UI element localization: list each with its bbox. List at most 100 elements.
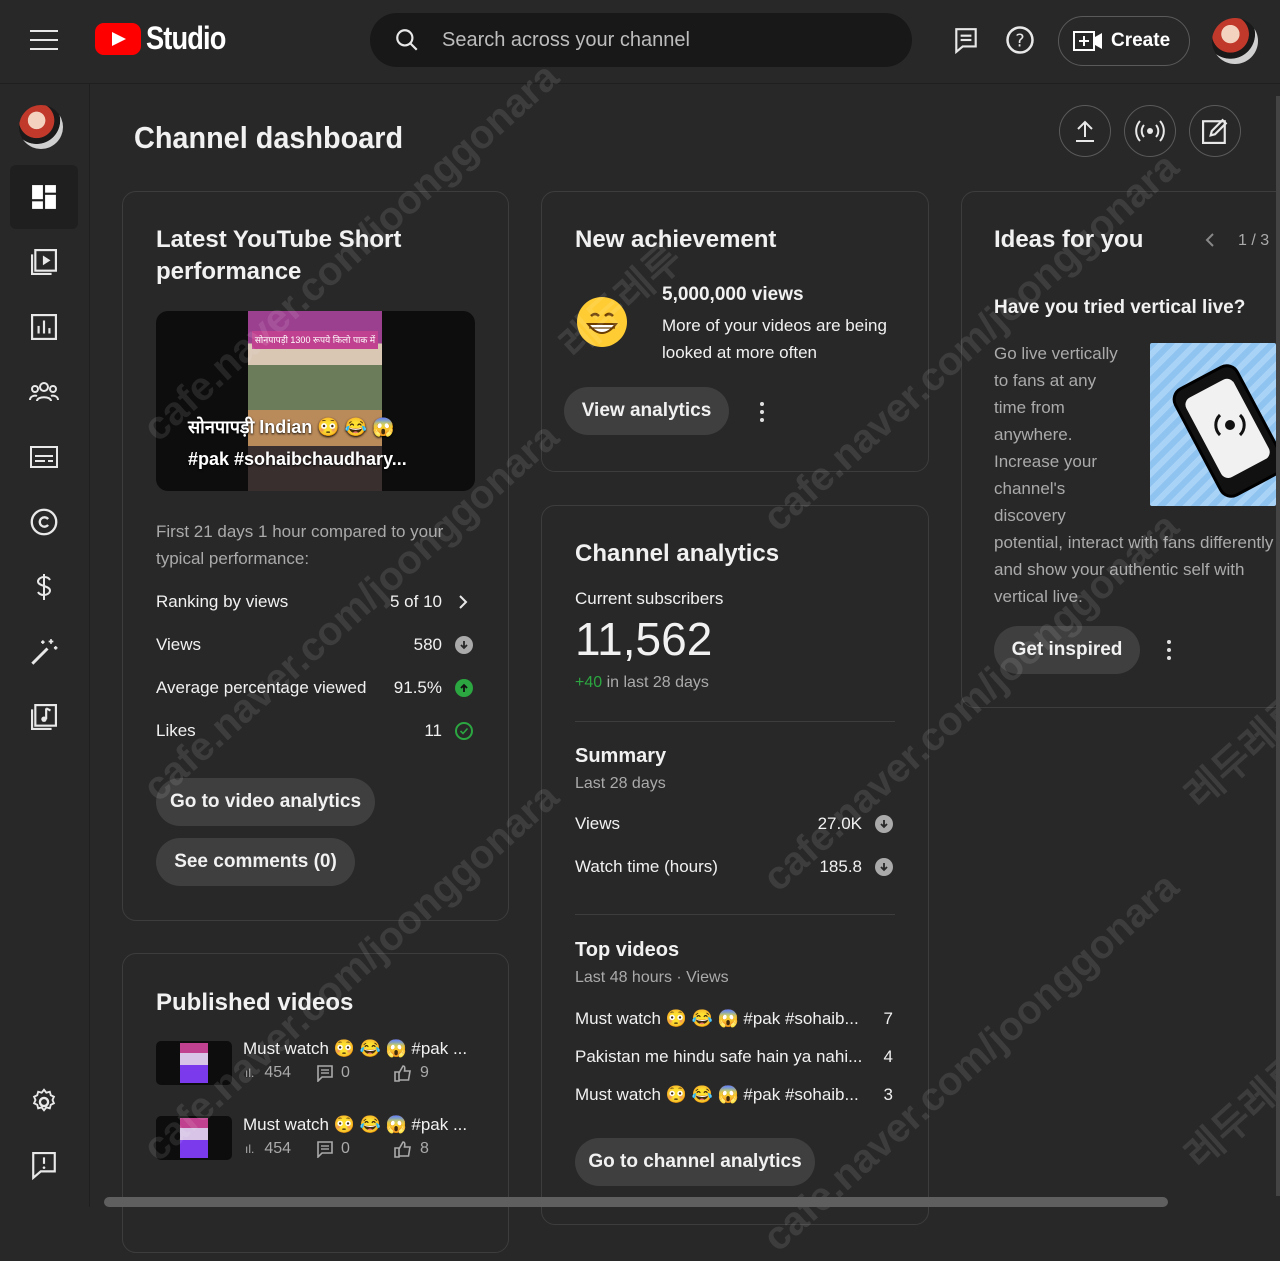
comments-count: 0 (341, 1140, 350, 1157)
feedback-comment-icon[interactable] (950, 24, 982, 56)
sidebar-item-send-feedback[interactable] (10, 1134, 78, 1198)
top-video-title: Must watch 😳 😂 😱 #pak #sohaib... (575, 1009, 859, 1028)
top-video-row[interactable]: Pakistan me hindu safe hain ya nahi... 4 (575, 1045, 895, 1069)
subscribers-delta: +40 (575, 674, 603, 691)
divider (575, 914, 895, 915)
channel-avatar[interactable] (19, 105, 63, 149)
views-count: 454 (264, 1064, 292, 1081)
thumbnail-band-text: सोनपापड़ी 1300 रूपये किलो पाक में (252, 331, 378, 349)
arrow-down-icon (875, 858, 893, 876)
more-options-icon[interactable] (760, 402, 764, 426)
views-bar-icon: ıl. (245, 1142, 255, 1156)
subtitles-icon (30, 446, 58, 468)
dashboard-icon (32, 185, 56, 209)
top-video-views: 7 (883, 1009, 893, 1028)
thumbnail-title-line1: सोनपापड़ी Indian 😳 😂 😱 (188, 417, 395, 437)
comment-icon (317, 1140, 333, 1158)
comment-icon (317, 1064, 333, 1082)
upload-icon (1076, 120, 1094, 142)
analytics-icon (31, 314, 57, 340)
idea-headline: Have you tried vertical live? (994, 297, 1246, 318)
short-thumbnail[interactable]: सोनपापड़ी 1300 रूपये किलो पाक में सोनपाप… (156, 311, 475, 491)
search-input[interactable] (442, 28, 862, 52)
see-comments-button[interactable]: See comments (0) (156, 838, 355, 886)
get-inspired-button[interactable]: Get inspired (994, 626, 1140, 674)
top-video-row[interactable]: Must watch 😳 😂 😱 #pak #sohaib... 7 (575, 1007, 895, 1031)
studio-logo[interactable]: Studio (95, 20, 240, 57)
sidebar-item-analytics[interactable] (10, 295, 78, 359)
dollar-icon (36, 574, 52, 600)
card-title-latest-short: Latest YouTube Short performance (156, 226, 402, 285)
upload-button[interactable] (1059, 105, 1111, 157)
stat-value: 27.0K (817, 814, 862, 833)
create-button[interactable]: Create (1058, 16, 1190, 66)
views-count: 454 (264, 1140, 292, 1157)
achievement-description: More of your videos are being looked at … (662, 316, 887, 362)
achievement-milestone: 5,000,000 views (662, 284, 804, 305)
menu-icon[interactable] (30, 30, 58, 50)
horizontal-scrollbar[interactable] (104, 1197, 1168, 1207)
stat-row-avg-viewed: Average percentage viewed 91.5% (156, 676, 476, 700)
arrow-up-icon (455, 679, 473, 697)
sidebar-item-earn[interactable] (10, 555, 78, 619)
top-video-row[interactable]: Must watch 😳 😂 😱 #pak #sohaib... 3 (575, 1083, 895, 1107)
svg-text:?: ? (1015, 31, 1024, 51)
audio-library-icon (31, 704, 57, 730)
top-videos-period: Last 48 hours · Views (575, 969, 729, 986)
content-icon (31, 249, 57, 275)
create-label: Create (1111, 30, 1171, 51)
more-options-icon[interactable] (1167, 640, 1171, 664)
create-post-button[interactable] (1189, 105, 1241, 157)
idea-body-line: discovery (994, 506, 1066, 525)
thumbs-up-icon (394, 1064, 411, 1082)
video-title[interactable]: Must watch 😳 😂 😱 #pak ... (243, 1039, 467, 1059)
stat-row-ranking[interactable]: Ranking by views 5 of 10 (156, 590, 476, 614)
video-thumbnail[interactable] (156, 1116, 232, 1160)
subscribers-delta-row: +40 in last 28 days (575, 674, 709, 692)
sidebar-item-customization[interactable] (10, 620, 78, 684)
stat-label: Likes (156, 721, 196, 740)
summary-period: Last 28 days (575, 775, 666, 792)
summary-row-views: Views 27.0K (575, 812, 895, 836)
stat-label: Views (156, 635, 202, 654)
community-icon (29, 382, 59, 402)
idea-body-line: potential, interact with fans differentl… (994, 533, 1274, 552)
search-bar[interactable] (370, 13, 912, 67)
sidebar-item-copyright[interactable] (10, 490, 78, 554)
top-video-title: Must watch 😳 😂 😱 #pak #sohaib... (575, 1085, 859, 1104)
stat-value: 91.5% (393, 678, 442, 697)
subscribers-delta-suffix: in last 28 days (606, 674, 709, 691)
vertical-live-illustration (1150, 343, 1280, 506)
card-title-published: Published videos (156, 989, 354, 1016)
sidebar-item-community[interactable] (10, 360, 78, 424)
edit-icon (1202, 118, 1228, 144)
chevron-left-icon[interactable] (1205, 232, 1215, 248)
likes-count: 8 (419, 1140, 429, 1157)
vertical-scrollbar[interactable] (1276, 96, 1280, 1196)
sidebar-item-content[interactable] (10, 230, 78, 294)
help-icon[interactable]: ? (1004, 24, 1036, 56)
sidebar-item-settings[interactable] (10, 1070, 78, 1134)
go-to-channel-analytics-button[interactable]: Go to channel analytics (575, 1138, 815, 1186)
view-analytics-button[interactable]: View analytics (564, 387, 729, 435)
likes-count: 9 (419, 1064, 429, 1081)
video-title[interactable]: Must watch 😳 😂 😱 #pak ... (243, 1115, 467, 1135)
card-title-achievement: New achievement (575, 226, 777, 253)
subscribers-label: Current subscribers (575, 589, 724, 608)
arrow-down-icon (875, 815, 893, 833)
sidebar-item-dashboard[interactable] (10, 165, 78, 229)
top-videos-title: Top videos (575, 939, 680, 961)
go-live-button[interactable] (1124, 105, 1176, 157)
summary-row-watch-time: Watch time (hours) 185.8 (575, 855, 895, 879)
stat-label: Average percentage viewed (156, 678, 367, 697)
go-to-video-analytics-button[interactable]: Go to video analytics (156, 778, 375, 826)
video-stats: ıl. 454 0 8 (245, 1140, 429, 1158)
grinning-face-icon (577, 297, 627, 347)
thumbnail-title-line2: #pak #sohaibchaudhary... (188, 449, 407, 469)
sidebar-item-subtitles[interactable] (10, 425, 78, 489)
video-thumbnail[interactable] (156, 1041, 232, 1085)
account-avatar[interactable] (1212, 18, 1258, 64)
page-title: Channel dashboard (134, 120, 404, 155)
sidebar-item-audio-library[interactable] (10, 685, 78, 749)
top-bar: Studio ? Create (0, 0, 1280, 84)
